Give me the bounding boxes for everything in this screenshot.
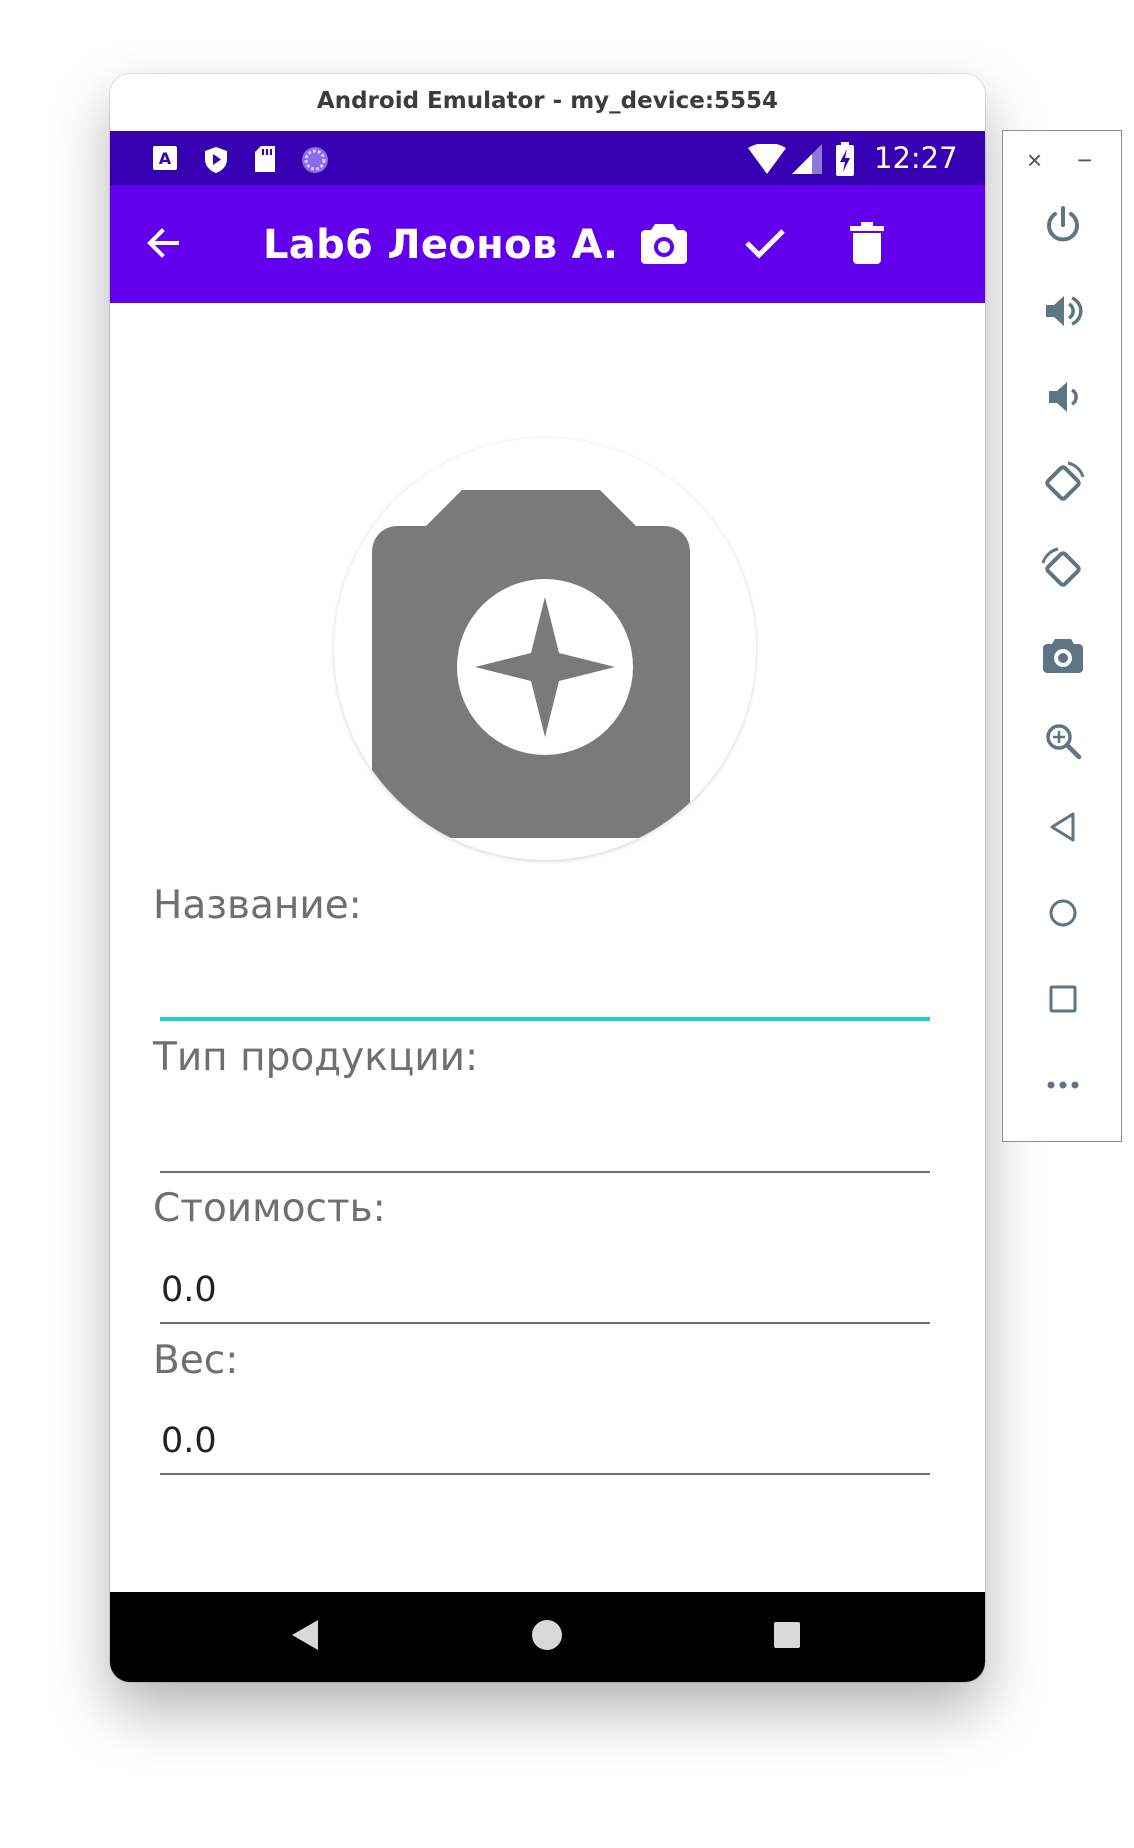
edit-form: Название: Тип продукции: Стоимость: Вес: bbox=[110, 303, 985, 1592]
screenshot-camera-icon bbox=[1043, 639, 1083, 673]
cost-label: Стоимость: bbox=[153, 1186, 386, 1231]
app-bar: Lab6 Леонов А. bbox=[110, 185, 985, 303]
delete-icon bbox=[850, 222, 884, 264]
save-check-button[interactable] bbox=[737, 215, 793, 271]
weight-input[interactable] bbox=[160, 1415, 930, 1475]
check-icon bbox=[745, 229, 785, 259]
camera-placeholder-icon bbox=[372, 490, 690, 838]
rotate-right-button[interactable] bbox=[1038, 544, 1088, 594]
back-triangle-icon bbox=[1050, 812, 1075, 842]
status-time: 12:27 bbox=[874, 141, 958, 175]
take-screenshot-button[interactable] bbox=[1038, 630, 1088, 680]
name-input[interactable] bbox=[160, 961, 930, 1021]
camera-button[interactable] bbox=[636, 215, 692, 271]
wifi-icon bbox=[748, 144, 786, 174]
status-bar: A 12:27 bbox=[110, 131, 985, 185]
nav-home-icon[interactable] bbox=[530, 1618, 564, 1652]
name-label: Название: bbox=[153, 883, 362, 928]
sd-card-icon bbox=[255, 146, 275, 172]
type-label: Тип продукции: bbox=[153, 1035, 479, 1080]
back-button[interactable] bbox=[135, 215, 191, 271]
rotate-left-button[interactable] bbox=[1038, 458, 1088, 508]
battery-charging-icon bbox=[836, 142, 854, 176]
volume-down-icon bbox=[1049, 382, 1078, 412]
signal-icon bbox=[792, 144, 822, 174]
minimize-toolbar-button[interactable]: − bbox=[1077, 145, 1092, 175]
a-notification-icon: A bbox=[153, 146, 177, 170]
weight-label: Вес: bbox=[153, 1338, 239, 1383]
svg-text:A: A bbox=[159, 149, 172, 168]
zoom-button[interactable] bbox=[1038, 716, 1088, 766]
product-photo[interactable] bbox=[334, 438, 756, 860]
back-button-side[interactable] bbox=[1038, 802, 1088, 852]
home-button-side[interactable] bbox=[1038, 888, 1088, 938]
overview-square-icon bbox=[1049, 985, 1077, 1013]
overview-button-side[interactable] bbox=[1038, 974, 1088, 1024]
emulator-window: Android Emulator - my_device:5554 A 12:2… bbox=[110, 74, 985, 1682]
power-button[interactable] bbox=[1038, 200, 1088, 250]
delete-button[interactable] bbox=[839, 215, 895, 271]
more-button[interactable] bbox=[1038, 1060, 1088, 1110]
home-circle-icon bbox=[1049, 899, 1077, 927]
cost-input[interactable] bbox=[160, 1264, 930, 1324]
zoom-in-icon bbox=[1046, 724, 1082, 760]
window-title: Android Emulator - my_device:5554 bbox=[110, 74, 985, 131]
back-arrow-icon bbox=[147, 228, 179, 258]
product-type-input[interactable] bbox=[160, 1113, 930, 1173]
close-toolbar-button[interactable]: × bbox=[1027, 145, 1042, 175]
volume-up-icon bbox=[1046, 296, 1083, 326]
power-icon bbox=[1047, 206, 1079, 242]
rotate-right-icon bbox=[1041, 547, 1081, 587]
rotate-left-icon bbox=[1045, 461, 1085, 501]
volume-down-button[interactable] bbox=[1038, 372, 1088, 422]
camera-icon bbox=[641, 224, 687, 264]
shield-play-icon bbox=[205, 147, 227, 173]
volume-up-button[interactable] bbox=[1038, 286, 1088, 336]
nav-back-icon[interactable] bbox=[290, 1618, 320, 1652]
emulator-side-toolbar: × − bbox=[1002, 130, 1122, 1142]
nav-recents-icon[interactable] bbox=[772, 1620, 802, 1650]
android-nav-bar bbox=[110, 1592, 985, 1682]
sync-circle-icon bbox=[302, 147, 328, 173]
app-bar-title: Lab6 Леонов А. bbox=[263, 222, 619, 268]
more-icon bbox=[1047, 1081, 1079, 1089]
